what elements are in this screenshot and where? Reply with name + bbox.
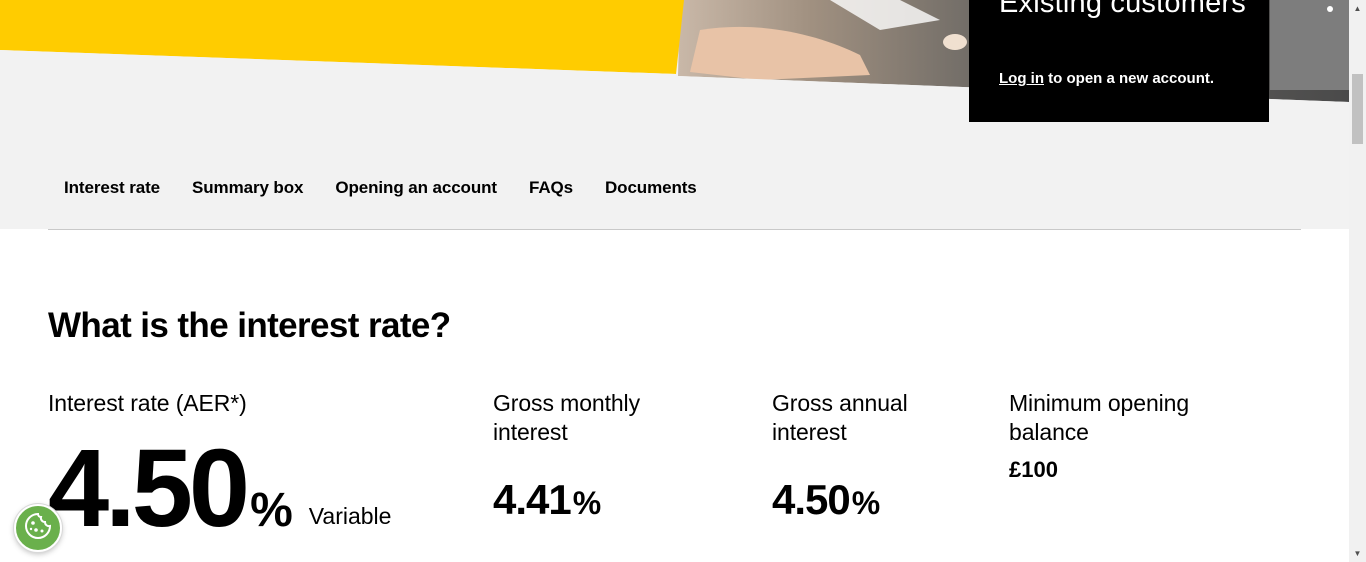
cookie-icon [23,511,53,546]
page-subnav: Interest rate Summary box Opening an acc… [48,166,713,212]
scrollbar[interactable]: ▲ ▼ [1349,0,1366,562]
scroll-thumb[interactable] [1352,74,1363,144]
monthly-unit: % [572,485,601,521]
scroll-down-icon[interactable]: ▼ [1349,545,1366,562]
monthly-value: 4.41 [493,476,572,523]
min-balance-label-block: Minimum opening balance [1009,389,1239,447]
aer-type: Variable [308,503,392,529]
annual-value: 4.50 [772,476,851,523]
subnav-item-summary-box[interactable]: Summary box [176,166,319,212]
subnav-divider [48,229,1301,230]
scroll-up-icon[interactable]: ▲ [1349,0,1366,17]
existing-customers-box: Existing customers Log in to open a new … [969,0,1269,122]
min-balance-label: Minimum opening balance [1009,390,1190,445]
aer-label-block: Interest rate (AER*) [48,389,428,418]
annual-label-block: Gross annual interest [772,389,952,447]
aer-rate: 4.50 % Variable [48,434,391,544]
aer-value: 4.50 [48,427,250,550]
cookie-settings-button[interactable] [14,504,62,552]
subnav-item-interest-rate[interactable]: Interest rate [48,166,176,212]
monthly-label: Gross monthly interest [493,390,640,445]
annual-label: Gross annual interest [772,390,908,445]
subnav-item-documents[interactable]: Documents [589,166,713,212]
section-title: What is the interest rate? [48,306,451,345]
annual-unit: % [851,485,880,521]
hero-banner: Existing customers Log in to open a new … [0,0,1349,229]
annual-rate: 4.50% [772,476,880,524]
login-link[interactable]: Log in [999,70,1044,87]
existing-customers-text: Log in to open a new account. [999,70,1214,87]
monthly-rate: 4.41% [493,476,601,524]
monthly-label-block: Gross monthly interest [493,389,693,447]
existing-customers-title: Existing customers [999,0,1246,19]
aer-label: Interest rate (AER*) [48,390,247,416]
subnav-item-faqs[interactable]: FAQs [513,166,589,212]
min-balance-value: £100 [1009,457,1058,482]
subnav-item-opening-account[interactable]: Opening an account [319,166,513,212]
login-suffix: to open a new account. [1044,70,1215,87]
aer-unit: % [250,484,293,537]
